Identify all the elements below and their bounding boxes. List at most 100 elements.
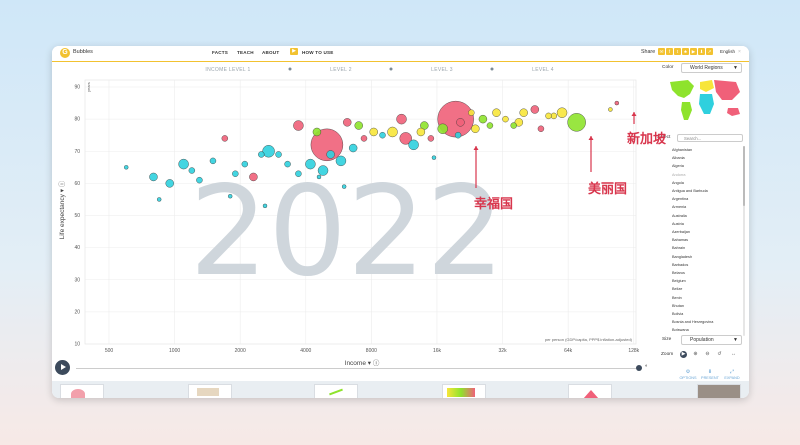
video-share-icon[interactable]: ▶: [690, 48, 697, 55]
country-list-item[interactable]: Bhutan: [672, 304, 684, 308]
thumbnail-card[interactable]: [60, 384, 104, 398]
y-axis-unit: years: [86, 82, 91, 92]
country-list-item[interactable]: Botswana: [672, 328, 689, 332]
country-list-item[interactable]: Albania: [672, 156, 685, 160]
options-button[interactable]: OPTIONS: [677, 376, 699, 380]
thumbnail-card[interactable]: [697, 384, 741, 398]
map-americas-south[interactable]: [681, 102, 692, 120]
color-select[interactable]: World Regions ▼: [681, 63, 742, 73]
data-bubble: [221, 135, 229, 142]
country-list-item[interactable]: Armenia: [672, 205, 686, 209]
x-tick-label: 2000: [235, 348, 246, 354]
country-list-item[interactable]: Australia: [672, 214, 687, 218]
scrollbar-thumb[interactable]: [743, 146, 745, 206]
x-tick-label: 32k: [499, 348, 508, 354]
annotation-label: 新加坡: [627, 132, 667, 147]
data-bubble: [408, 139, 419, 151]
close-icon[interactable]: ×: [738, 49, 741, 55]
world-regions-map[interactable]: [664, 76, 744, 126]
y-tick-label: 40: [74, 245, 80, 251]
present-icon[interactable]: ⬇: [700, 369, 720, 375]
email-share-icon[interactable]: ✉: [658, 48, 665, 55]
gapminder-logo[interactable]: G: [60, 48, 70, 58]
data-bubble: [360, 135, 368, 142]
download-icon[interactable]: ⬇: [698, 48, 705, 55]
expand-button[interactable]: EXPAND: [721, 376, 743, 380]
language-selector[interactable]: English: [720, 49, 735, 54]
data-bubble: [317, 165, 329, 176]
country-list-item[interactable]: Algeria: [672, 164, 684, 168]
zoom-out-icon[interactable]: ⊖: [704, 351, 711, 358]
country-list-scrollbar[interactable]: [743, 146, 745, 336]
play-button[interactable]: [55, 360, 70, 375]
timeline-handle[interactable]: [636, 365, 642, 371]
y-tick-label: 70: [74, 149, 80, 155]
zoom-fit-icon[interactable]: ↔: [730, 351, 737, 358]
map-europe[interactable]: [700, 80, 714, 92]
linkedin-share-icon[interactable]: ♣: [682, 48, 689, 55]
timeline-track[interactable]: [76, 368, 636, 369]
y-tick-label: 20: [74, 309, 80, 315]
country-list-item[interactable]: Belize: [672, 287, 682, 291]
country-list-item[interactable]: Barbados: [672, 263, 688, 267]
y-tick-label: 50: [74, 213, 80, 219]
country-list-item[interactable]: Austria: [672, 222, 684, 226]
bubble-chart[interactable]: 2022 INCOME LEVEL 1 LEVEL 2 LEVEL 3 LEVEL 4…: [52, 62, 652, 370]
data-bubble: [437, 123, 448, 134]
search-input[interactable]: Search...: [677, 134, 743, 142]
speed-icon[interactable]: ◐: [645, 363, 648, 369]
twitter-share-icon[interactable]: t: [674, 48, 681, 55]
country-list-item[interactable]: Belgium: [672, 279, 686, 283]
country-list-item[interactable]: Angola: [672, 181, 684, 185]
country-list-item[interactable]: Andorra: [672, 173, 686, 177]
country-list-item[interactable]: Bahamas: [672, 238, 688, 242]
nav-teach[interactable]: TEACH: [237, 50, 254, 55]
x-axis-note: per person (GDP/capita, PPP$ inflation-a…: [545, 337, 633, 342]
country-list-item[interactable]: Bahrain: [672, 246, 685, 250]
country-list-item[interactable]: Antigua and Barbuda: [672, 189, 708, 193]
country-list-item[interactable]: Belarus: [672, 271, 685, 275]
link-share-icon[interactable]: ↗: [706, 48, 713, 55]
country-list-item[interactable]: Afghanistan: [672, 148, 692, 152]
zoom-reset-icon[interactable]: ↺: [716, 351, 723, 358]
x-tick-label: 16k: [433, 348, 442, 354]
data-bubble: [284, 160, 291, 168]
nav-facts[interactable]: FACTS: [212, 50, 228, 55]
x-tick-label: 64k: [564, 348, 573, 354]
map-americas-north[interactable]: [670, 80, 694, 98]
how-to-use-icon[interactable]: ▶: [290, 48, 298, 55]
thumbnail-card[interactable]: [568, 384, 612, 398]
y-tick-label: 80: [74, 117, 80, 123]
map-oceania[interactable]: [727, 108, 740, 116]
y-tick-label: 60: [74, 181, 80, 187]
data-bubble: [262, 145, 275, 158]
zoom-pointer-icon[interactable]: ▶: [680, 351, 687, 358]
zoom-in-icon[interactable]: ⊕: [692, 351, 699, 358]
country-list-item[interactable]: Bolivia: [672, 312, 683, 316]
facebook-share-icon[interactable]: f: [666, 48, 673, 55]
options-icon[interactable]: ⚙: [678, 369, 698, 375]
timeline: ◐: [52, 357, 652, 381]
nav-how-to-use[interactable]: HOW TO USE: [302, 50, 334, 55]
present-button[interactable]: PRESENT: [699, 376, 721, 380]
nav-about[interactable]: ABOUT: [262, 50, 279, 55]
country-list-item[interactable]: Argentina: [672, 197, 688, 201]
data-bubble: [510, 122, 517, 129]
country-list-item[interactable]: Bangladesh: [672, 255, 692, 259]
country-list-item[interactable]: Azerbaijan: [672, 230, 690, 234]
data-bubble: [258, 151, 265, 158]
expand-icon[interactable]: ⤢: [722, 369, 742, 375]
map-asia[interactable]: [714, 80, 740, 100]
data-bubble: [379, 131, 386, 139]
map-africa[interactable]: [699, 94, 714, 114]
thumbnail-card[interactable]: [314, 384, 358, 398]
country-list-item[interactable]: Bosnia and Herzegovina: [672, 320, 713, 324]
thumbnail-card[interactable]: [442, 384, 486, 398]
data-bubble: [454, 131, 462, 139]
country-list-item[interactable]: Benin: [672, 296, 682, 300]
size-select[interactable]: Population ▼: [681, 335, 742, 345]
color-select-value: World Regions: [690, 65, 723, 71]
thumbnail-card[interactable]: [188, 384, 232, 398]
data-bubble: [295, 170, 302, 177]
data-bubble: [530, 105, 540, 114]
